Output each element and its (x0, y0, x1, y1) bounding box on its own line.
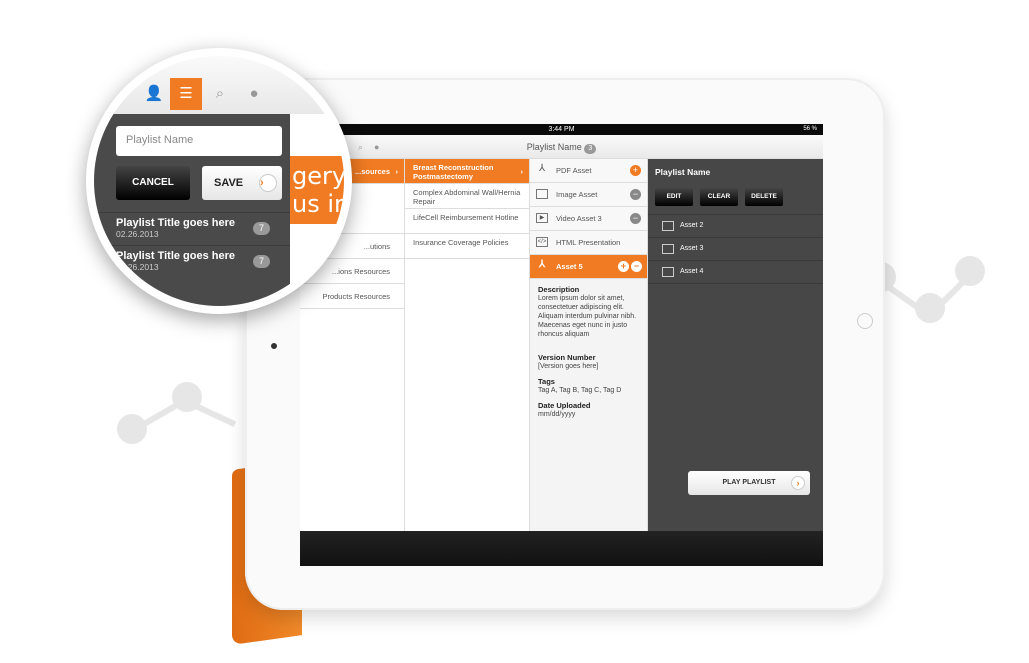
playlist-item[interactable]: Asset 3 (648, 238, 823, 261)
asset-item[interactable]: </> HTML Presentation (530, 231, 647, 255)
camera (271, 343, 277, 349)
asset-column: ⅄ PDF Asset + Image Asset − ▶ Video Asset 3−… (530, 159, 648, 531)
playlist-panel: Playlist Name EDIT CLEAR DELETE Asset 2 As… (648, 159, 823, 531)
playlist-list-item[interactable]: Playlist Title goes here 02.26.2013 7 (94, 212, 290, 244)
asset-item-selected[interactable]: ⅄ Asset 5 + − (530, 255, 647, 279)
playlist-count-badge: 3 (584, 144, 597, 154)
battery-indicator: 56 % (803, 126, 817, 132)
date-label: Date Uploaded (538, 401, 591, 410)
video-icon: ▶ (536, 213, 548, 223)
remove-icon[interactable]: − (631, 261, 642, 272)
chevron-right-icon: › (259, 174, 277, 192)
subcategory-item[interactable]: LifeCell Reimbursement Hotline (405, 209, 529, 234)
description-text: Lorem ipsum dolor sit amet, consectetuer… (538, 295, 637, 338)
toolbar: ⌕ ● Playlist Name 3 (300, 135, 823, 159)
cancel-button[interactable]: CANCEL (116, 166, 190, 200)
delete-button[interactable]: DELETE (745, 188, 783, 206)
chevron-right-icon: › (395, 167, 399, 176)
pdf-icon: ⅄ (538, 259, 546, 270)
subcategory-item[interactable]: Breast Reconstruction Postmastectomy › (405, 159, 529, 184)
remove-icon[interactable]: − (630, 189, 641, 200)
alert-icon[interactable]: ● (374, 135, 379, 159)
pdf-icon: ⅄ (538, 163, 546, 174)
status-time: 3:44 PM (548, 126, 575, 133)
clear-button[interactable]: CLEAR (700, 188, 738, 206)
video-icon (662, 244, 674, 254)
asset-item[interactable]: ⅄ PDF Asset + (530, 159, 647, 183)
edit-button[interactable]: EDIT (655, 188, 693, 206)
decor-dot (172, 382, 202, 412)
remove-icon[interactable]: − (630, 213, 641, 224)
subcategory-item[interactable]: Insurance Coverage Policies (405, 234, 529, 259)
playlist-title: Playlist Name (526, 142, 582, 152)
image-icon (662, 221, 674, 231)
subcategory-column: Breast Reconstruction Postmastectomy › Co… (405, 159, 530, 531)
tags-value: Tag A, Tag B, Tag C, Tag D (538, 387, 622, 394)
home-button[interactable] (857, 313, 873, 329)
image-icon (536, 189, 548, 199)
status-bar: 3:44 PM 56 % (300, 124, 823, 135)
playlist-name-input[interactable]: Playlist Name (116, 126, 282, 156)
magnifier: 👤 ☰ ⌕ ● Playlist Name CANCEL SAVE › Playl… (86, 48, 352, 314)
panel-title: Playlist Name (655, 167, 711, 177)
magnified-toolbar: 👤 ☰ ⌕ ● (94, 56, 344, 114)
html-icon (662, 267, 674, 277)
search-icon[interactable]: ⌕ (204, 78, 236, 110)
count-badge: 7 (252, 222, 270, 235)
playlist-menu: Playlist Name CANCEL SAVE › Playlist Titl… (94, 114, 290, 306)
chevron-right-icon: › (520, 167, 524, 176)
menu-icon[interactable]: ☰ (170, 78, 202, 110)
save-button[interactable]: SAVE › (202, 166, 282, 200)
subcategory-item[interactable]: Complex Abdominal Wall/Hernia Repair (405, 184, 529, 209)
count-badge: 7 (252, 255, 270, 268)
bottom-bar (300, 531, 823, 566)
html-icon: </> (536, 237, 548, 247)
playlist-item[interactable]: Asset 4 (648, 261, 823, 284)
decor-dot (915, 293, 945, 323)
category-item[interactable]: Products Resources (300, 284, 404, 309)
add-icon[interactable]: + (630, 165, 641, 176)
description-label: Description (538, 285, 580, 294)
play-playlist-button[interactable]: PLAY PLAYLIST › (688, 471, 810, 495)
version-label: Version Number (538, 353, 596, 362)
version-value: [Version goes here] (538, 363, 599, 370)
decor-dot (955, 256, 985, 286)
playlist-item[interactable]: Asset 2 (648, 215, 823, 238)
alert-icon[interactable]: ● (238, 78, 270, 110)
search-icon[interactable]: ⌕ (358, 135, 363, 159)
asset-item[interactable]: Image Asset − (530, 183, 647, 207)
date-value: mm/dd/yyyy (538, 411, 576, 418)
ipad-screen: 3:44 PM 56 % ⌕ ● Playlist Name 3 ...sour… (300, 124, 823, 566)
decor-dot (117, 414, 147, 444)
asset-item[interactable]: ▶ Video Asset 3− (530, 207, 647, 231)
playlist-list-item[interactable]: Playlist Title goes here 02.26.2013 7 (94, 245, 290, 277)
add-icon[interactable]: + (618, 261, 629, 272)
hero-banner: gery us innov (290, 156, 344, 224)
tags-label: Tags (538, 377, 555, 386)
asset-details: Description Lorem ipsum dolor sit amet, … (530, 279, 647, 425)
user-icon[interactable]: 👤 (138, 78, 170, 110)
chevron-right-icon: › (791, 476, 805, 490)
